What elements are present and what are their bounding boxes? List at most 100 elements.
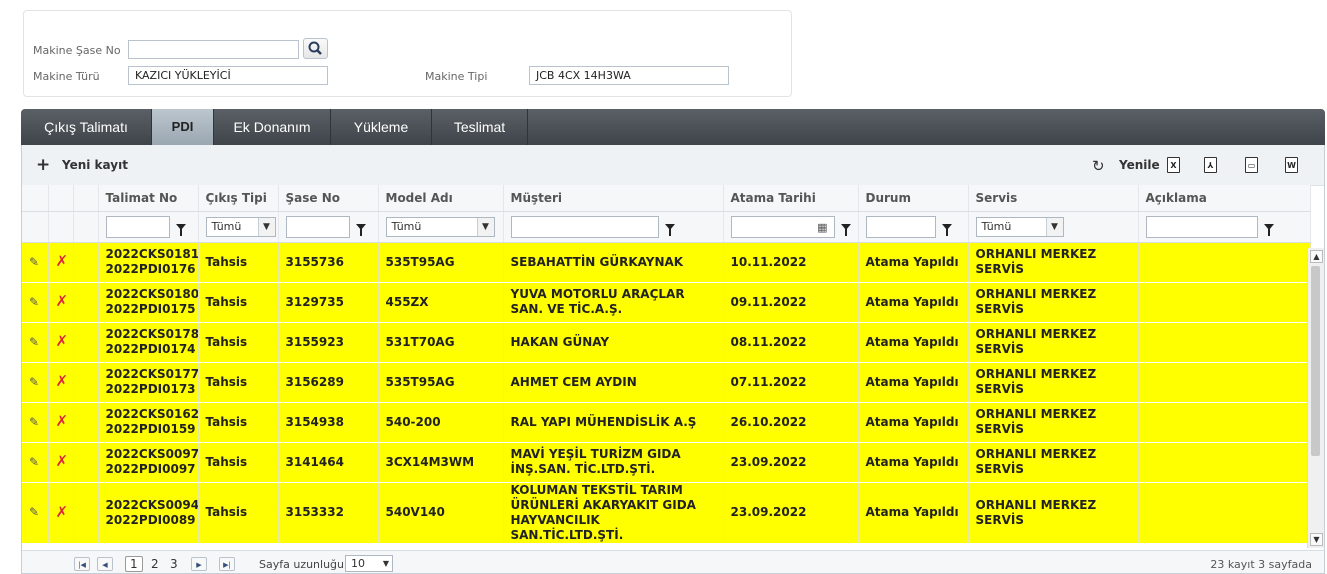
csv-icon[interactable]: ▭ (1245, 157, 1258, 173)
refresh-icon[interactable]: ↻ (1092, 157, 1105, 175)
filter-icon[interactable] (664, 223, 675, 236)
cell-servis: ORHANLI MERKEZ SERVİS (968, 482, 1139, 544)
chassis-input[interactable] (128, 40, 299, 59)
atama-tarihi-filter-input[interactable]: ▦ (730, 215, 835, 238)
table-row[interactable]: ✎ ✗ 2022CKS0178-2022PDI0174 Tahsis 3155923 53… (22, 322, 1311, 363)
cell-tip: Tahsis (198, 282, 279, 323)
tab-pdi[interactable]: PDI (152, 109, 214, 145)
cell-tarih: 10.11.2022 (723, 242, 859, 283)
calendar-icon[interactable]: ▦ (817, 221, 827, 234)
record-count-info: 23 kayıt 3 sayfada (1210, 558, 1312, 571)
column-header-aciklama[interactable]: Açıklama (1138, 185, 1311, 212)
sase-filter-input[interactable] (285, 215, 350, 238)
edit-icon[interactable]: ✎ (29, 375, 39, 389)
delete-icon[interactable]: ✗ (56, 503, 69, 521)
machine-model-type-field[interactable]: JCB 4CX 14H3WA (529, 66, 729, 85)
cell-talimat: 2022CKS0162-2022PDI0159 (98, 402, 199, 443)
tab-cikis-talimati[interactable]: Çıkış Talimatı (21, 109, 152, 145)
delete-icon[interactable]: ✗ (56, 452, 69, 470)
edit-icon[interactable]: ✎ (29, 415, 39, 429)
tab-teslimat[interactable]: Teslimat (432, 109, 528, 145)
column-header-durum[interactable]: Durum (858, 185, 969, 212)
edit-icon[interactable]: ✎ (29, 295, 39, 309)
musteri-filter-input[interactable] (510, 215, 659, 238)
page-size-select[interactable]: 10 ▼ (345, 555, 393, 572)
records-table: Talimat No Çıkış Tipi Şase No Model Adı … (22, 185, 1311, 544)
cell-talimat: 2022CKS0181-2022PDI0176 (98, 242, 199, 283)
last-page-icon[interactable]: ▶| (219, 557, 235, 571)
edit-icon[interactable]: ✎ (29, 505, 39, 519)
filter-icon[interactable] (355, 223, 366, 236)
plus-icon[interactable]: + (36, 155, 50, 175)
scroll-up-icon[interactable]: ▲ (1310, 250, 1323, 263)
durum-filter-input[interactable] (865, 215, 936, 238)
delete-icon[interactable]: ✗ (56, 332, 69, 350)
machine-type-label: Makine Türü (33, 70, 100, 83)
cell-tarih: 09.11.2022 (723, 282, 859, 323)
cell-durum: Atama Yapıldı (858, 322, 969, 363)
tab-ek-donanim[interactable]: Ek Donanım (214, 109, 331, 145)
chevron-down-icon: ▼ (1045, 217, 1063, 236)
column-header-sase-no[interactable]: Şase No (278, 185, 379, 212)
next-page-icon[interactable]: ▶ (191, 557, 207, 571)
page-number[interactable]: 1 (125, 556, 143, 572)
table-row[interactable]: ✎ ✗ 2022CKS0181-2022PDI0176 Tahsis 3155736 53… (22, 242, 1311, 283)
talimat-filter-input[interactable] (105, 215, 170, 238)
machine-model-type-label: Makine Tipi (425, 70, 488, 83)
edit-icon[interactable]: ✎ (29, 335, 39, 349)
cell-durum: Atama Yapıldı (858, 242, 969, 283)
filter-icon[interactable] (941, 223, 952, 236)
cell-aciklama (1138, 482, 1311, 544)
edit-icon[interactable]: ✎ (29, 255, 39, 269)
cell-tarih: 08.11.2022 (723, 322, 859, 363)
column-header-musteri[interactable]: Müşteri (503, 185, 724, 212)
delete-icon[interactable]: ✗ (56, 292, 69, 310)
cell-sase: 3154938 (278, 402, 379, 443)
table-row[interactable]: ✎ ✗ 2022CKS0094-2022PDI0089 Tahsis 3153332 54… (22, 482, 1311, 544)
search-button[interactable] (303, 38, 328, 59)
excel-icon[interactable]: X (1167, 157, 1180, 173)
cikis-tipi-filter-select[interactable]: Tümü ▼ (205, 216, 276, 237)
filter-icon[interactable] (175, 223, 186, 236)
header-edit (22, 185, 49, 212)
cell-durum: Atama Yapıldı (858, 482, 969, 544)
aciklama-filter-input[interactable] (1145, 215, 1258, 238)
table-row[interactable]: ✎ ✗ 2022CKS0162-2022PDI0159 Tahsis 3154938 54… (22, 402, 1311, 443)
column-header-model-adi[interactable]: Model Adı (378, 185, 504, 212)
tab-yukleme[interactable]: Yükleme (331, 109, 432, 145)
column-header-atama-tarihi[interactable]: Atama Tarihi (723, 185, 859, 212)
column-header-servis[interactable]: Servis (968, 185, 1139, 212)
column-header-talimat-no[interactable]: Talimat No (98, 185, 199, 212)
cell-talimat: 2022CKS0094-2022PDI0089 (98, 482, 199, 544)
filter-icon[interactable] (1263, 223, 1274, 236)
cell-servis: ORHANLI MERKEZ SERVİS (968, 322, 1139, 363)
edit-icon[interactable]: ✎ (29, 455, 39, 469)
table-row[interactable]: ✎ ✗ 2022CKS0177-2022PDI0173 Tahsis 3156289 53… (22, 362, 1311, 403)
servis-filter-select[interactable]: Tümü ▼ (975, 216, 1064, 237)
table-row[interactable]: ✎ ✗ 2022CKS0097-2022PDI0097 Tahsis 3141464 3C… (22, 442, 1311, 483)
delete-icon[interactable]: ✗ (56, 412, 69, 430)
table-row[interactable]: ✎ ✗ 2022CKS0180-2022PDI0175 Tahsis 3129735 45… (22, 282, 1311, 323)
scroll-down-icon[interactable]: ▼ (1310, 533, 1323, 546)
page-number[interactable]: 3 (170, 557, 178, 571)
machine-type-field[interactable]: KAZICI YÜKLEYİCİ (128, 66, 328, 85)
cell-tarih: 07.11.2022 (723, 362, 859, 403)
prev-page-icon[interactable]: ◀ (97, 557, 113, 571)
cell-tip: Tahsis (198, 362, 279, 403)
first-page-icon[interactable]: |◀ (74, 557, 90, 571)
column-header-cikis-tipi[interactable]: Çıkış Tipi (198, 185, 279, 212)
scroll-thumb[interactable] (1311, 266, 1320, 456)
new-record-button[interactable]: Yeni kayıt (62, 158, 128, 172)
model-filter-select[interactable]: Tümü ▼ (385, 216, 495, 237)
delete-icon[interactable]: ✗ (56, 252, 69, 270)
refresh-button[interactable]: Yenile (1119, 158, 1160, 172)
page-number[interactable]: 2 (151, 557, 159, 571)
delete-icon[interactable]: ✗ (56, 372, 69, 390)
grid-scrollbar[interactable]: ▲ ▼ (1307, 248, 1324, 548)
filter-icon[interactable] (840, 223, 851, 236)
pdf-icon[interactable]: ⅄ (1204, 157, 1217, 173)
cell-musteri: HAKAN GÜNAY (503, 322, 724, 363)
cell-servis: ORHANLI MERKEZ SERVİS (968, 362, 1139, 403)
word-icon[interactable]: W (1285, 157, 1298, 173)
cell-durum: Atama Yapıldı (858, 282, 969, 323)
